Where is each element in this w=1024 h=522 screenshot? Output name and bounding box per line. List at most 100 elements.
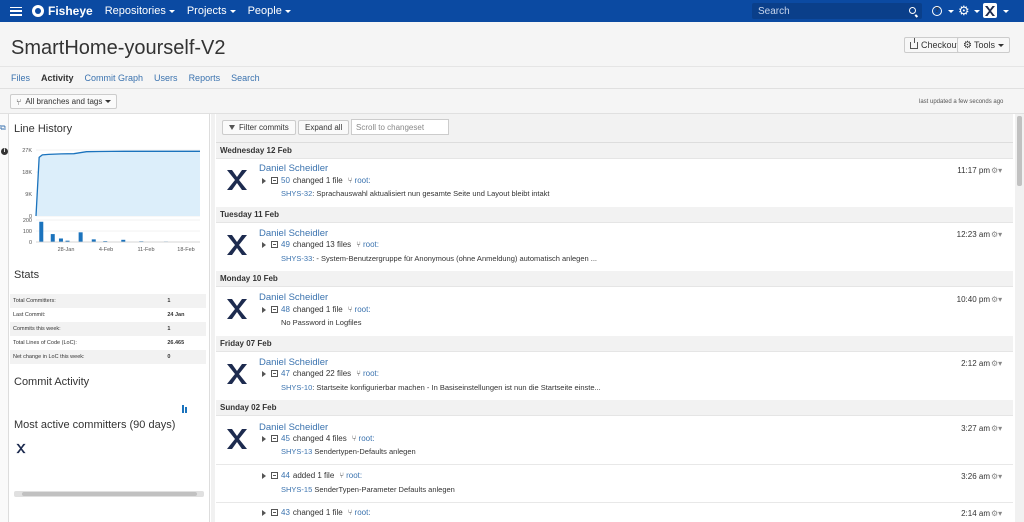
changeset-link[interactable]: 50	[281, 176, 290, 185]
changeset-link[interactable]: 49	[281, 240, 290, 249]
author-avatar[interactable]	[225, 297, 249, 321]
help-icon[interactable]: ?	[932, 6, 942, 16]
expand-arrow-icon[interactable]	[262, 177, 266, 184]
filter-icon	[229, 124, 235, 131]
changeset-link[interactable]: 43	[281, 508, 290, 517]
issue-link[interactable]: SHYS-33	[281, 254, 312, 263]
expand-arrow-icon[interactable]	[262, 435, 266, 442]
nav-projects-label: Projects	[186, 5, 227, 17]
commit-gear-icon[interactable]: ⚙▾	[991, 472, 1002, 481]
expand-arrow-icon[interactable]	[262, 472, 266, 479]
change-summary: changed 1 file	[292, 508, 343, 517]
change-summary: changed 13 files	[292, 240, 352, 249]
fisheye-logo[interactable]: Fisheye	[32, 4, 93, 18]
commit-gear-icon[interactable]: ⚙▾	[991, 509, 1002, 518]
changeset-icon	[271, 177, 278, 184]
changeset-icon	[271, 306, 278, 313]
commit-message: No Password in Logfiles	[281, 318, 361, 327]
tab-users[interactable]: Users	[154, 73, 178, 83]
stats-row: Net change in LoC this week: 0	[10, 350, 206, 364]
last-updated-text: last updated a few seconds ago	[919, 99, 1004, 105]
search-icon[interactable]	[909, 7, 916, 14]
commit-bar	[78, 232, 83, 242]
branch-link[interactable]: root:	[346, 471, 362, 480]
hamburger-menu-icon[interactable]	[10, 6, 22, 16]
day-header: Sunday 02 Feb	[216, 400, 1013, 416]
commit-message: SHYS-15 SenderTypen-Parameter Defaults a…	[281, 485, 455, 494]
commit-activity-sparkline	[182, 401, 188, 413]
author-name[interactable]: Daniel Scheidler	[259, 163, 328, 174]
commit-gear-icon[interactable]: ⚙▾	[991, 166, 1002, 175]
tab-commit-graph[interactable]: Commit Graph	[85, 73, 144, 83]
changeset-link[interactable]: 48	[281, 305, 290, 314]
admin-chevron-down-icon[interactable]	[974, 10, 980, 13]
chevron-down-icon	[229, 9, 236, 13]
nav-menu: Repositories Projects People	[105, 5, 303, 17]
author-avatar[interactable]	[225, 168, 249, 192]
changeset-line: 44 added 1 file ⑂ root:	[262, 471, 362, 480]
user-chevron-down-icon[interactable]	[1003, 10, 1009, 13]
tab-activity[interactable]: Activity	[41, 73, 74, 83]
nav-repositories[interactable]: Repositories	[105, 5, 175, 17]
branch-link[interactable]: root:	[355, 508, 371, 517]
gear-icon: ⚙	[963, 39, 972, 51]
committer-logo-icon	[16, 443, 26, 454]
author-avatar[interactable]	[225, 362, 249, 386]
expand-arrow-icon[interactable]	[262, 306, 266, 313]
commit-message-text: : Sprachauswahl aktualisiert nun gesamte…	[312, 189, 550, 198]
commit-gear-icon[interactable]: ⚙▾	[991, 295, 1002, 304]
branch-selector-button[interactable]: ⑂ All branches and tags	[10, 94, 118, 109]
info-icon[interactable]: i	[1, 148, 8, 155]
issue-link[interactable]: SHYS-10	[281, 383, 312, 392]
commit-time: 3:26 am	[961, 472, 990, 481]
expand-arrow-icon[interactable]	[262, 241, 266, 248]
expand-all-button[interactable]: Expand all	[298, 120, 350, 135]
commit-gear-icon[interactable]: ⚙▾	[991, 359, 1002, 368]
panel-divider[interactable]	[211, 114, 215, 522]
changeset-link[interactable]: 45	[281, 434, 290, 443]
help-chevron-down-icon[interactable]	[948, 10, 954, 13]
user-avatar[interactable]	[983, 3, 997, 18]
tab-search[interactable]: Search	[231, 73, 260, 83]
nav-people-label: People	[247, 5, 282, 17]
tab-files[interactable]: Files	[11, 73, 30, 83]
changeset-link[interactable]: 47	[281, 369, 290, 378]
scroll-to-changeset-input[interactable]	[351, 119, 449, 135]
author-avatar[interactable]	[225, 427, 249, 451]
copy-icon[interactable]: ⧉	[0, 124, 8, 132]
search-input[interactable]	[752, 5, 902, 17]
committer-avatar[interactable]	[15, 443, 27, 457]
nav-projects[interactable]: Projects	[187, 5, 236, 17]
author-name[interactable]: Daniel Scheidler	[259, 357, 328, 368]
commit-gear-icon[interactable]: ⚙▾	[991, 424, 1002, 433]
branch-link[interactable]: root:	[363, 240, 379, 249]
changeset-link[interactable]: 44	[281, 471, 290, 480]
gear-icon[interactable]: ⚙	[958, 4, 970, 17]
filter-commits-button[interactable]: Filter commits	[222, 120, 296, 135]
main-vertical-scrollbar[interactable]	[1015, 114, 1024, 522]
branch-link[interactable]: root:	[363, 369, 379, 378]
branch-link[interactable]: root:	[355, 305, 371, 314]
issue-link[interactable]: SHYS-13	[281, 447, 312, 456]
y-tick-label: 200	[23, 218, 32, 224]
author-name[interactable]: Daniel Scheidler	[259, 292, 328, 303]
tools-button[interactable]: ⚙ Tools	[957, 37, 1010, 53]
changeset-icon	[271, 509, 278, 516]
issue-link[interactable]: SHYS-32	[281, 189, 312, 198]
expand-arrow-icon[interactable]	[262, 370, 266, 377]
nav-people[interactable]: People	[248, 5, 291, 17]
sidebar-horizontal-scrollbar[interactable]	[14, 491, 204, 497]
checkout-button[interactable]: Checkout	[904, 37, 966, 53]
author-name[interactable]: Daniel Scheidler	[259, 422, 328, 433]
tab-reports[interactable]: Reports	[189, 73, 221, 83]
issue-link[interactable]: SHYS-15	[281, 485, 312, 494]
commit-gear-icon[interactable]: ⚙▾	[991, 230, 1002, 239]
row-separator	[216, 502, 1013, 503]
expand-arrow-icon[interactable]	[262, 509, 266, 516]
author-name[interactable]: Daniel Scheidler	[259, 228, 328, 239]
branch-icon: ⑂	[351, 434, 357, 443]
author-avatar[interactable]	[225, 233, 249, 257]
branch-link[interactable]: root:	[355, 176, 371, 185]
y-tick-label: 0	[29, 240, 32, 246]
branch-link[interactable]: root:	[359, 434, 375, 443]
